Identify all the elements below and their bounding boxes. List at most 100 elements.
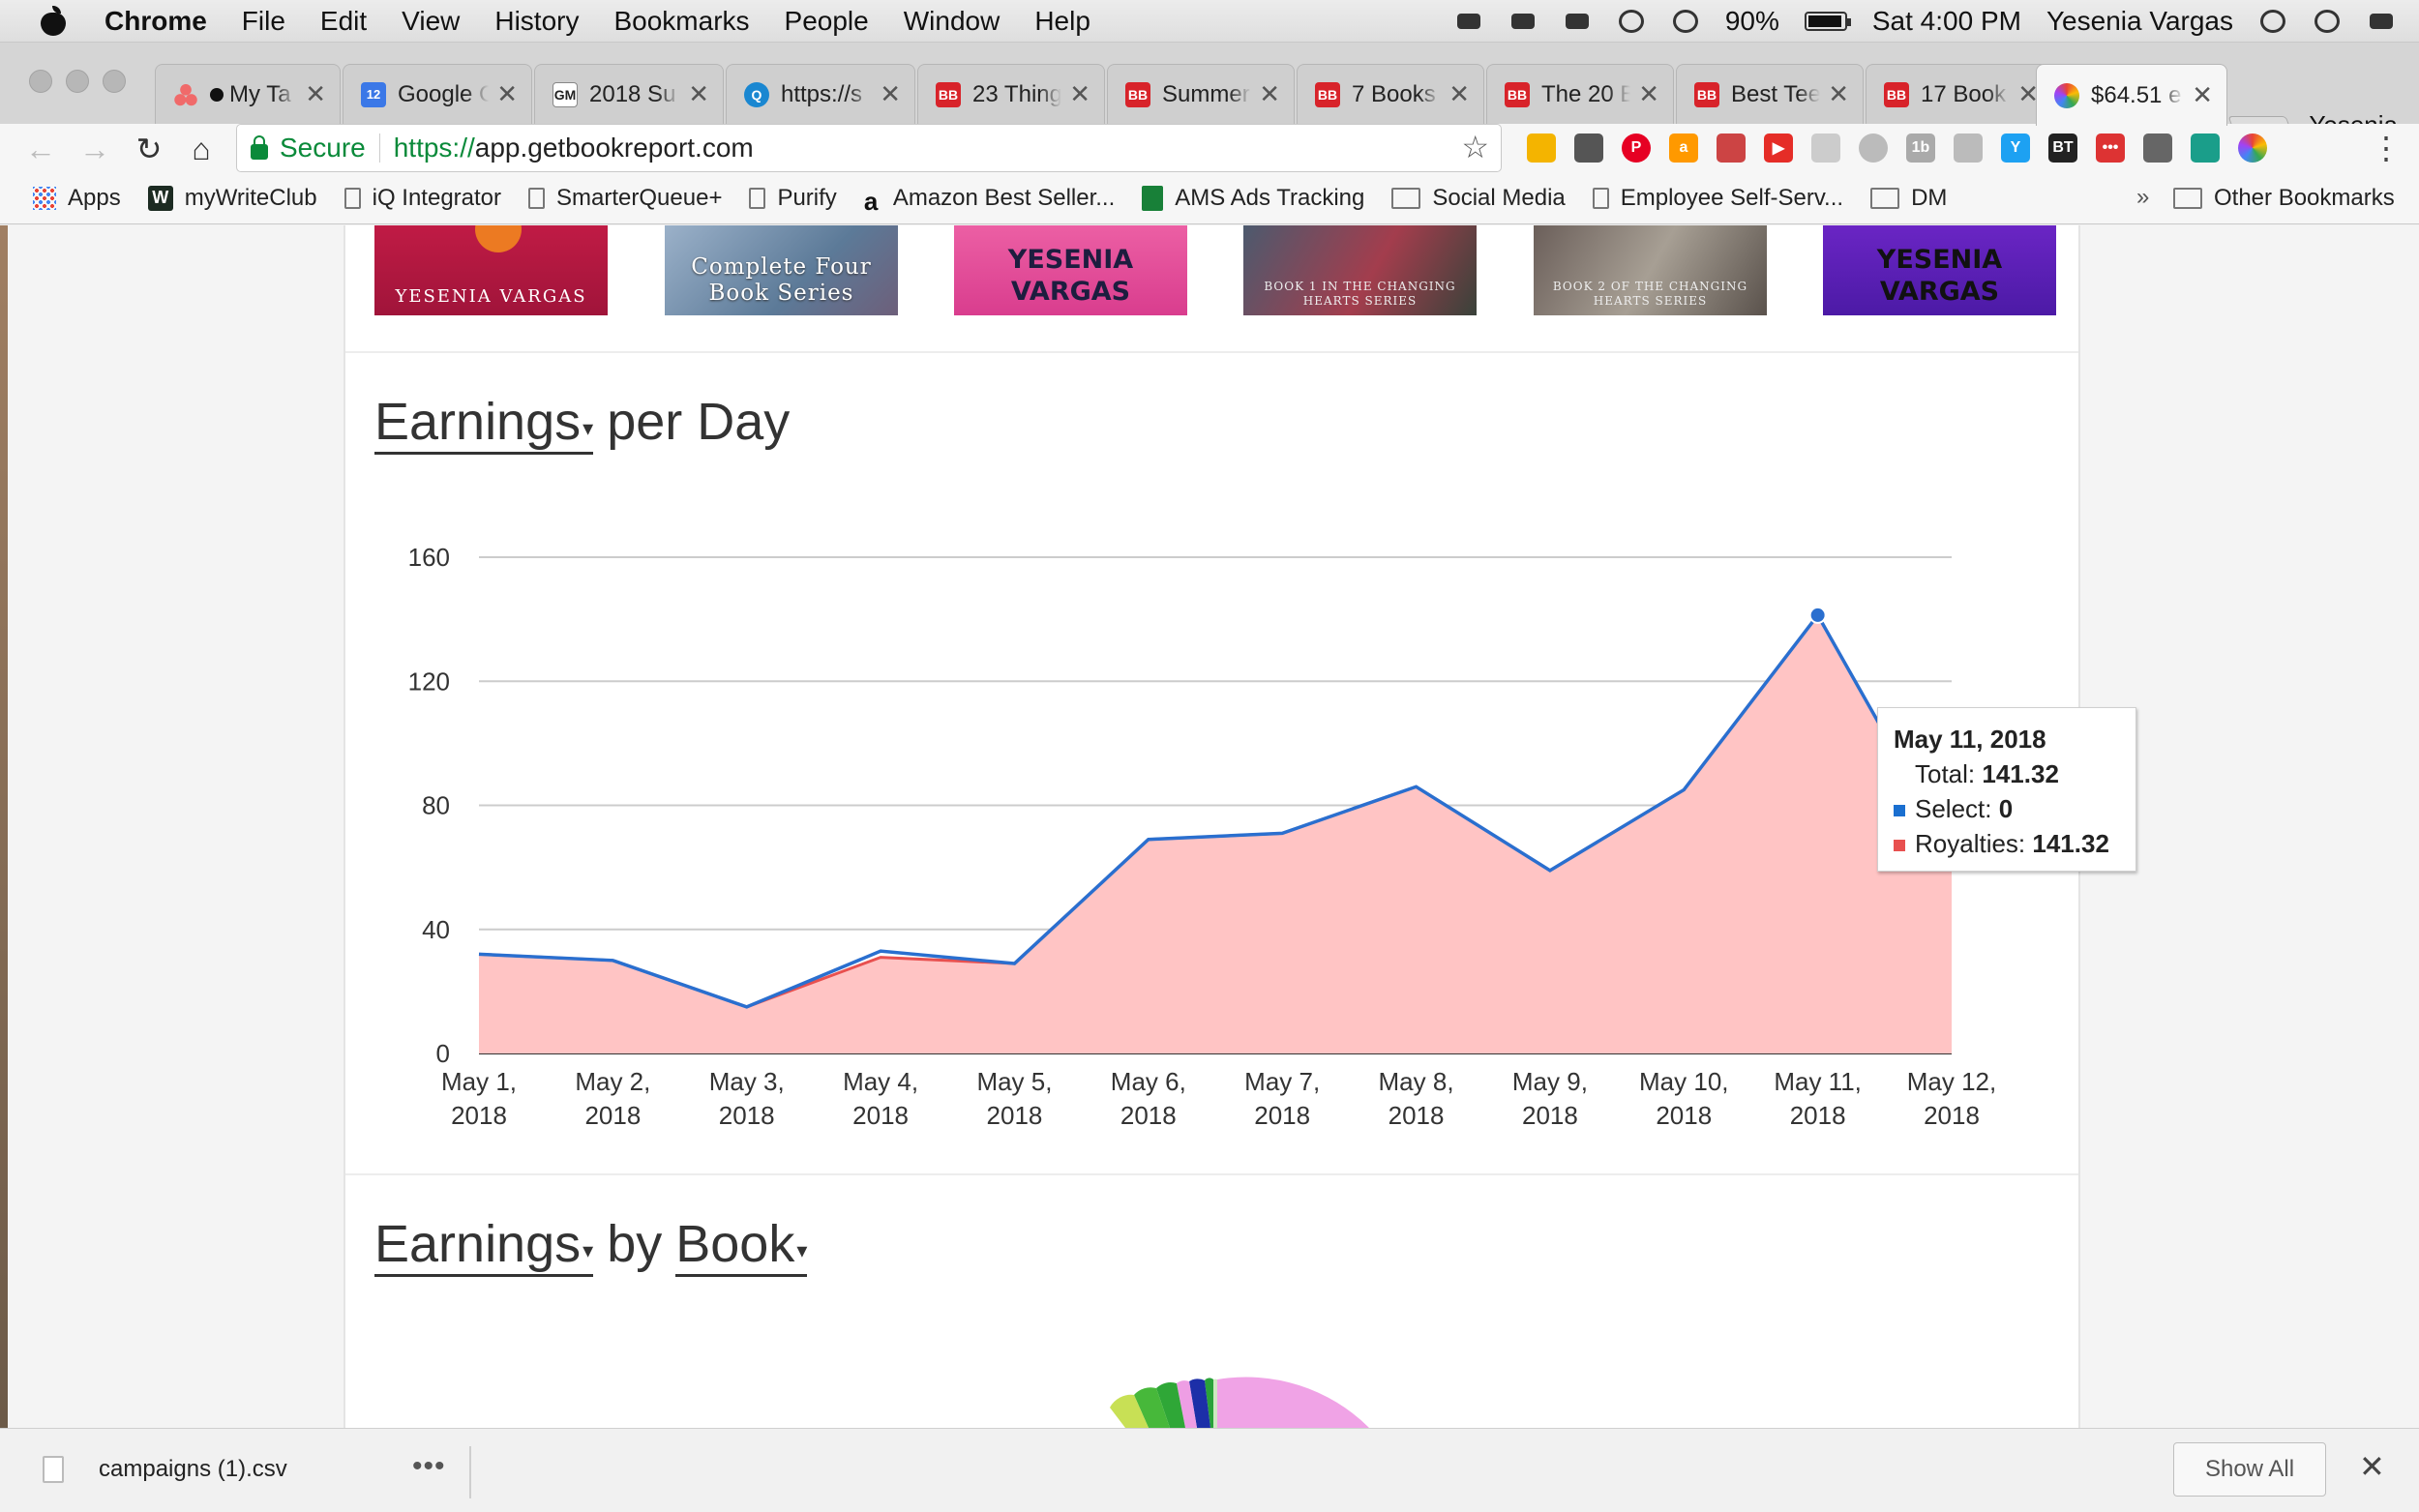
minimize-window-button[interactable] (66, 70, 89, 93)
clock[interactable]: Sat 4:00 PM (1872, 6, 2021, 37)
close-tab-icon[interactable]: ✕ (1638, 79, 1659, 109)
time-machine-icon[interactable] (1617, 8, 1646, 35)
close-tab-icon[interactable]: ✕ (2192, 80, 2213, 110)
pie-slice[interactable] (1110, 1394, 1149, 1428)
extension-y-icon[interactable]: Y (2001, 133, 2030, 163)
data-point[interactable] (1278, 829, 1286, 837)
extension-bee-icon[interactable] (1527, 133, 1556, 163)
dimension-dropdown[interactable]: Book ▾ (675, 1214, 808, 1277)
other-bookmarks[interactable]: Other Bookmarks (2173, 172, 2395, 224)
bookmark-mywriteclub[interactable]: WmyWriteClub (147, 185, 317, 212)
bookmark-star-icon[interactable]: ☆ (1461, 129, 1489, 165)
menu-file[interactable]: File (242, 6, 285, 37)
bookmarks-overflow-chevron-icon[interactable]: » (2136, 184, 2149, 211)
data-point[interactable] (1145, 836, 1152, 844)
tab-2018-summer[interactable]: GM 2018 Su ✕ (534, 64, 724, 124)
data-point[interactable] (1546, 867, 1554, 875)
bookmark-purify[interactable]: Purify (749, 185, 837, 212)
menu-help[interactable]: Help (1034, 6, 1090, 37)
pie-slice[interactable] (1217, 1377, 1369, 1428)
tab-q-link[interactable]: Q https://s ✕ (726, 64, 915, 124)
extension-1b-icon[interactable]: 1b (1906, 133, 1935, 163)
bookmark-smarterqueue[interactable]: SmarterQueue+ (528, 185, 722, 212)
extension-puzzle-icon[interactable] (1574, 133, 1603, 163)
tab-summer[interactable]: BB Summer ✕ (1107, 64, 1295, 124)
pie-slice[interactable] (1177, 1380, 1197, 1428)
chrome-menu-icon[interactable]: ⋮ (2371, 130, 2402, 166)
close-shelf-icon[interactable]: ✕ (2359, 1448, 2385, 1485)
home-icon[interactable]: ⌂ (182, 130, 221, 168)
pinterest-icon[interactable]: P (1622, 133, 1651, 163)
amazon-extension-icon[interactable]: a (1669, 133, 1698, 163)
pie-slice[interactable] (1213, 1379, 1217, 1428)
tab-bookreport-active[interactable]: $64.51 e ✕ (2036, 64, 2227, 126)
forward-arrow-icon[interactable]: → (75, 130, 114, 168)
close-tab-icon[interactable]: ✕ (1069, 79, 1090, 109)
tab-17-books[interactable]: BB 17 Book ✕ (1866, 64, 2053, 124)
apple-menu-icon[interactable] (39, 5, 68, 37)
tab-asana[interactable]: My Ta ✕ (155, 64, 341, 124)
pie-slice[interactable] (1205, 1378, 1213, 1428)
close-tab-icon[interactable]: ✕ (688, 79, 709, 109)
close-tab-icon[interactable]: ✕ (1448, 79, 1470, 109)
extension-ft-icon[interactable] (1811, 133, 1840, 163)
data-point[interactable] (877, 947, 884, 955)
close-tab-icon[interactable]: ✕ (305, 79, 326, 109)
data-point[interactable] (1413, 783, 1420, 790)
data-point[interactable] (1010, 960, 1018, 967)
extension-runner-icon[interactable] (2191, 133, 2220, 163)
data-point[interactable] (609, 957, 616, 964)
menu-people[interactable]: People (785, 6, 869, 37)
bookmark-iq-integrator[interactable]: iQ Integrator (343, 185, 501, 212)
tab-google-calendar[interactable]: 12 Google C ✕ (343, 64, 532, 124)
extension-bt-icon[interactable]: BT (2048, 133, 2077, 163)
extension-dots-icon[interactable]: ••• (2096, 133, 2125, 163)
close-tab-icon[interactable]: ✕ (880, 79, 901, 109)
show-all-button[interactable]: Show All (2173, 1442, 2326, 1497)
menu-bookmarks[interactable]: Bookmarks (613, 6, 749, 37)
menu-view[interactable]: View (402, 6, 460, 37)
bookmark-folder-social-media[interactable]: Social Media (1391, 185, 1566, 212)
extension-power-icon[interactable] (1859, 133, 1888, 163)
highlighted-data-point[interactable] (1808, 606, 1827, 624)
bookmark-folder-dm[interactable]: DM (1870, 185, 1947, 212)
tab-7-books[interactable]: BB 7 Books ✕ (1297, 64, 1484, 124)
youtube-icon[interactable]: ▶ (1764, 133, 1793, 163)
evernote-status-icon[interactable] (1454, 8, 1483, 35)
download-options-icon[interactable]: ••• (412, 1450, 446, 1483)
data-point[interactable] (743, 1003, 751, 1011)
bookmark-ams-ads-tracking[interactable]: AMS Ads Tracking (1142, 185, 1364, 212)
bookmark-employee-self-service[interactable]: Employee Self-Serv... (1592, 185, 1843, 212)
metric-dropdown[interactable]: Earnings ▾ (374, 1214, 594, 1277)
close-window-button[interactable] (29, 70, 52, 93)
menu-history[interactable]: History (494, 6, 579, 37)
spotlight-search-icon[interactable] (2258, 8, 2287, 35)
menu-edit[interactable]: Edit (320, 6, 367, 37)
battery-icon[interactable] (1804, 12, 1851, 31)
extension-code-icon[interactable] (1954, 133, 1983, 163)
cloud-upload-icon[interactable] (1563, 8, 1592, 35)
close-tab-icon[interactable]: ✕ (496, 79, 518, 109)
close-tab-icon[interactable]: ✕ (1828, 79, 1849, 109)
bookmark-amazon-best-seller[interactable]: a Amazon Best Seller... (864, 185, 1115, 216)
notification-center-icon[interactable] (2367, 8, 2396, 35)
back-arrow-icon[interactable]: ← (21, 130, 60, 168)
reload-icon[interactable]: ↻ (130, 130, 168, 168)
wifi-icon[interactable] (1671, 8, 1700, 35)
evernote-extension-icon[interactable] (2143, 133, 2172, 163)
zoom-window-button[interactable] (103, 70, 126, 93)
pie-slice[interactable] (1134, 1387, 1170, 1428)
siri-icon[interactable] (2313, 8, 2342, 35)
address-bar[interactable]: Secure https:// app.getbookreport.com ☆ (236, 124, 1502, 172)
dropbox-status-icon[interactable] (1508, 8, 1538, 35)
bookmark-apps[interactable]: Apps (33, 185, 121, 212)
extension-tools-icon[interactable] (1717, 133, 1746, 163)
tab-the-20-books[interactable]: BB The 20 B ✕ (1486, 64, 1674, 124)
data-point[interactable] (475, 950, 483, 958)
tab-23-things[interactable]: BB 23 Thing ✕ (917, 64, 1105, 124)
menu-app-chrome[interactable]: Chrome (105, 6, 207, 37)
tab-best-teen[interactable]: BB Best Tee ✕ (1676, 64, 1864, 124)
user-name[interactable]: Yesenia Vargas (2046, 6, 2233, 37)
bookreport-extension-icon[interactable] (2238, 133, 2267, 163)
close-tab-icon[interactable]: ✕ (1259, 79, 1280, 109)
